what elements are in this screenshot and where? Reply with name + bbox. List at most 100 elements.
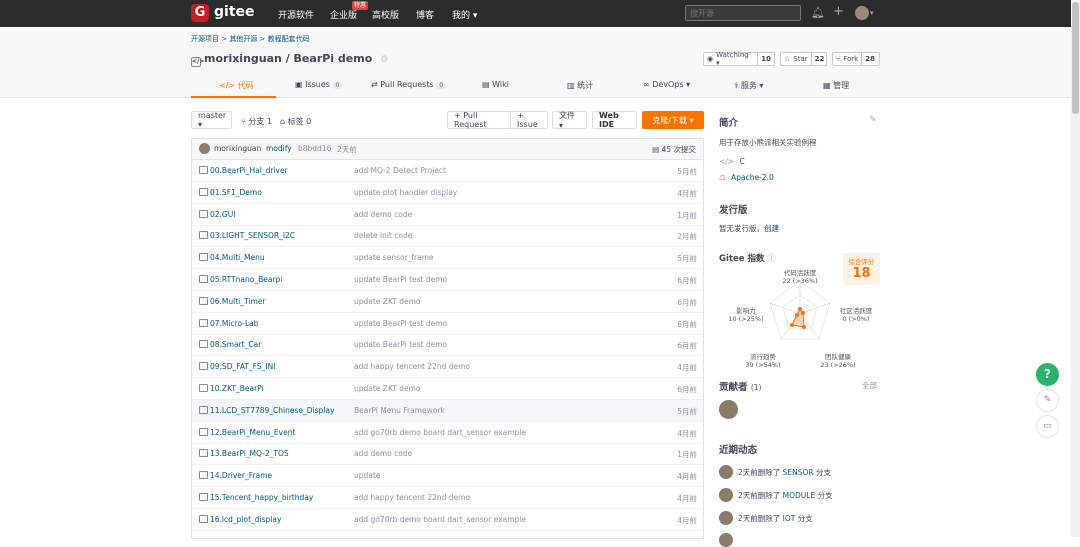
file-name[interactable]: 07.Micro-Lab (210, 319, 259, 328)
scrollbar[interactable] (1071, 0, 1080, 537)
tab-code[interactable]: </> 代码 (219, 80, 254, 91)
file-name[interactable]: 08.Smart_Car (210, 340, 261, 349)
tab-services[interactable]: ⚕ 服务 ▾ (734, 80, 763, 91)
file-commit-message[interactable]: add demo code (354, 449, 412, 458)
repo-title-text[interactable]: morixinguan / BearPi demo (204, 52, 372, 65)
tab-manage[interactable]: ▦ 管理 (823, 80, 849, 91)
table-row[interactable]: 06.Multi_Timer update ZKT demo 6月前 (192, 291, 703, 313)
file-commit-message[interactable]: update plot handler display (354, 188, 457, 197)
activity-avatar[interactable] (719, 533, 733, 547)
watching-button[interactable]: ◉ Watching ▾ 10 (703, 51, 775, 67)
chevron-down-icon[interactable]: ▾ (870, 9, 874, 17)
tags-link[interactable]: ⌂ 标签 0 (280, 116, 311, 127)
gitee-logo-icon[interactable]: G (191, 4, 209, 22)
edit-feedback-icon[interactable]: ✎ (1036, 389, 1059, 412)
file-name[interactable]: 11.LCD_ST7789_Chinese_Display (210, 406, 334, 415)
nav-open-source[interactable]: 开源软件 (278, 8, 314, 21)
file-commit-message[interactable]: add go70rb demo board dart_sensor exampl… (354, 515, 526, 524)
file-commit-message[interactable]: update BearPi test demo (354, 275, 447, 284)
file-commit-message[interactable]: add happy tencent 22nd demo (354, 493, 470, 502)
bell-icon[interactable]: 🔔︎ (811, 6, 825, 19)
file-name[interactable]: 02.GUI (210, 210, 235, 219)
contributor-avatar[interactable] (719, 400, 738, 419)
comment-icon[interactable]: ▭ (1036, 415, 1059, 438)
commit-author-avatar[interactable] (199, 143, 210, 154)
file-name[interactable]: 04.Multi_Menu (210, 253, 265, 262)
file-commit-message[interactable]: update BearPi test demo (354, 340, 447, 349)
activity-target[interactable]: MODULE (783, 491, 816, 500)
table-row[interactable]: 01.SF1_Demo update plot handler display 4月… (192, 182, 703, 204)
file-menu-button[interactable]: 文件 ▾ (552, 111, 587, 130)
scrollbar-thumb[interactable] (1072, 2, 1079, 114)
nav-blog[interactable]: 博客 (416, 8, 434, 21)
tab-pull-requests[interactable]: ⇄ Pull Requests 0 (371, 80, 447, 89)
table-row[interactable]: 10.ZKT_BearPi update ZKT demo 6月前 (192, 378, 703, 400)
activity-avatar[interactable] (719, 488, 733, 502)
table-row[interactable]: 15.Tencent_happy_birthday add happy tence… (192, 487, 703, 509)
contributors-all-link[interactable]: 全部 (862, 380, 877, 391)
file-name[interactable]: 14.Driver_Frame (210, 471, 272, 480)
activity-avatar[interactable] (719, 511, 733, 525)
commit-count[interactable]: ▤ 45 次提交 (652, 144, 696, 155)
table-row[interactable]: 16.lcd_plot_display add go70rb demo board… (192, 509, 703, 531)
new-pull-request-button[interactable]: + Pull Request (447, 111, 511, 129)
table-row[interactable]: 02.GUI add demo code 1月前 (192, 204, 703, 226)
table-row[interactable]: 00.BearPi_Hal_driver add MQ-2 Detect Proj… (192, 160, 703, 182)
table-row[interactable]: 05.RTTnano_Bearpi update BearPi test demo… (192, 269, 703, 291)
file-commit-message[interactable]: BearPi Menu Framework (354, 406, 445, 415)
file-commit-message[interactable]: update sensor_frame (354, 253, 434, 262)
table-row[interactable]: 13.BearPi_MQ-2_TOS add demo code 1月前 (192, 443, 703, 466)
branch-select[interactable]: master ▾ (191, 111, 232, 129)
table-row[interactable]: 07.Micro-Lab update BearPi test demo 6月前 (192, 313, 703, 335)
file-name[interactable]: 10.ZKT_BearPi (210, 384, 264, 393)
nav-university[interactable]: 高校版 (372, 8, 399, 21)
file-commit-message[interactable]: update (354, 471, 380, 480)
file-name[interactable]: 03.LIGHT_SENSOR_I2C (210, 231, 295, 240)
table-row[interactable]: 12.BearPi_Menu_Event add go70rb demo boar… (192, 422, 703, 444)
file-commit-message[interactable]: update ZKT demo (354, 297, 421, 306)
table-row[interactable]: 04.Multi_Menu update sensor_frame 5月前 (192, 247, 703, 270)
commit-message[interactable]: modify (266, 144, 292, 153)
web-ide-button[interactable]: Web IDE (592, 111, 637, 129)
file-commit-message[interactable]: add MQ-2 Detect Project (354, 166, 446, 175)
tab-devops[interactable]: ∞ DevOps ▾ (643, 80, 690, 89)
file-commit-message[interactable]: update ZKT demo (354, 384, 421, 393)
nav-mine[interactable]: 我的 ▾ (452, 8, 477, 21)
star-button[interactable]: ☆ Star 22 (780, 52, 827, 66)
search-input[interactable] (685, 5, 801, 21)
file-commit-message[interactable]: add demo code (354, 210, 412, 219)
file-name[interactable]: 05.RTTnano_Bearpi (210, 275, 282, 284)
branches-link[interactable]: ⑂ 分支 1 (241, 116, 272, 127)
new-issue-button[interactable]: + Issue (510, 111, 548, 129)
file-name[interactable]: 01.SF1_Demo (210, 188, 262, 197)
tab-wiki[interactable]: ▤ Wiki (482, 80, 509, 89)
file-name[interactable]: 00.BearPi_Hal_driver (210, 166, 288, 175)
activity-avatar[interactable] (719, 465, 733, 479)
tab-issues[interactable]: ▣ Issues 0 (295, 80, 343, 89)
file-name[interactable]: 06.Multi_Timer (210, 297, 265, 306)
table-row[interactable]: 14.Driver_Frame update 4月前 (192, 465, 703, 488)
tab-stats[interactable]: ▥ 统计 (567, 80, 593, 91)
file-commit-message[interactable]: add happy tencent 22nd demo (354, 362, 470, 371)
file-commit-message[interactable]: add go70rb demo board dart_sensor exampl… (354, 428, 526, 437)
activity-target[interactable]: IOT (783, 514, 796, 523)
file-commit-message[interactable]: delete init code (354, 231, 412, 240)
table-row[interactable]: 03.LIGHT_SENSOR_I2C delete init code 2月前 (192, 225, 703, 248)
activity-target[interactable]: SENSOR (783, 468, 814, 477)
fork-button[interactable]: ⑂ Fork 28 (832, 52, 880, 66)
help-circle-icon[interactable]: ⓘ (767, 254, 776, 264)
commit-author[interactable]: morixinguan (214, 144, 261, 153)
table-row[interactable]: 08.Smart_Car update BearPi test demo 6月前 (192, 334, 703, 357)
help-button[interactable]: ? (1036, 363, 1059, 386)
table-row[interactable]: 09.SD_FAT_FS_INI add happy tencent 22nd d… (192, 356, 703, 379)
file-commit-message[interactable]: update BearPi test demo (354, 319, 447, 328)
clone-download-button[interactable]: 克隆/下载 ▾ (642, 111, 704, 129)
table-row[interactable]: 11.LCD_ST7789_Chinese_Display BearPi Menu… (192, 399, 703, 422)
license-item[interactable]: ⚖ Apache-2.0 (719, 173, 774, 182)
gitee-logo-text[interactable]: gitee (214, 4, 255, 20)
plus-icon[interactable]: + (833, 4, 844, 19)
file-name[interactable]: 13.BearPi_MQ-2_TOS (210, 449, 289, 458)
file-name[interactable]: 09.SD_FAT_FS_INI (210, 362, 275, 371)
file-name[interactable]: 16.lcd_plot_display (210, 515, 281, 524)
edit-icon[interactable]: ✎ (869, 115, 877, 125)
